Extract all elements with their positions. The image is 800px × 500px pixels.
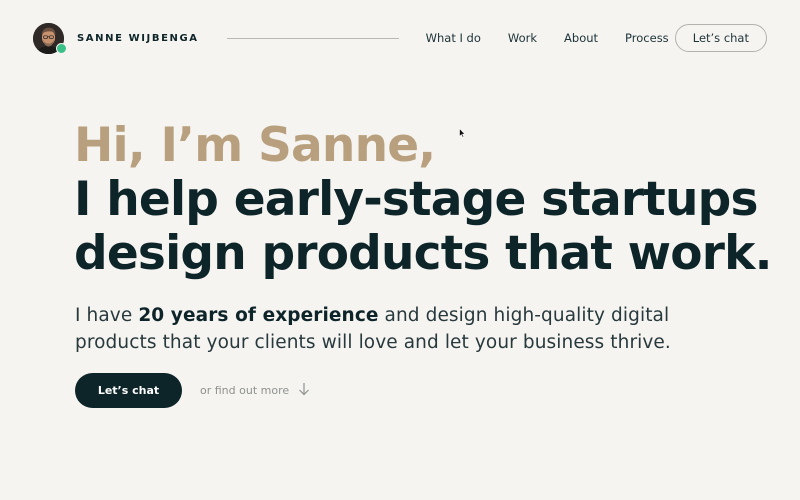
hero-heading: Hi, I’m Sanne, I help early-stage startu… xyxy=(74,119,772,281)
header-divider-line xyxy=(226,37,399,39)
lets-chat-button[interactable]: Let’s chat xyxy=(75,373,182,408)
nav-item-process[interactable]: Process xyxy=(625,31,669,45)
site-header: SANNE WIJBENGA What I do Work About Proc… xyxy=(33,22,767,54)
hero-intro-line-2: products that your clients will love and… xyxy=(75,332,671,353)
main-nav: What I do Work About Process xyxy=(426,31,669,45)
hero-headline-line-2: design products that work. xyxy=(74,226,772,281)
mouse-pointer-icon xyxy=(459,123,466,142)
hero-headline-line-1: I help early-stage startups xyxy=(74,172,758,227)
find-out-more-link[interactable]: or find out more xyxy=(200,382,310,399)
page: SANNE WIJBENGA What I do Work About Proc… xyxy=(0,0,800,500)
lets-chat-label: Let’s chat xyxy=(97,384,160,397)
arrow-down-icon xyxy=(298,382,310,399)
intro-text-before: I have xyxy=(75,305,139,326)
brand-name[interactable]: SANNE WIJBENGA xyxy=(77,33,199,44)
nav-item-what-i-do[interactable]: What I do xyxy=(426,31,481,45)
header-chat-button[interactable]: Let’s chat xyxy=(674,24,767,52)
nav-item-about[interactable]: About xyxy=(564,31,598,45)
hero-greeting: Hi, I’m Sanne, xyxy=(74,118,436,173)
intro-text-after: and design high-quality digital xyxy=(378,305,670,326)
avatar-wrapper[interactable] xyxy=(33,22,67,54)
cta-row: Let’s chat or find out more xyxy=(75,373,310,408)
find-out-more-label: or find out more xyxy=(200,384,290,397)
hero-intro: I have 20 years of experience and design… xyxy=(75,302,671,356)
intro-highlight: 20 years of experience xyxy=(138,305,379,326)
nav-item-work[interactable]: Work xyxy=(508,31,537,45)
header-chat-label: Let’s chat xyxy=(692,31,749,45)
hero-intro-line-1: I have 20 years of experience and design… xyxy=(75,302,671,329)
online-status-dot xyxy=(56,42,67,54)
